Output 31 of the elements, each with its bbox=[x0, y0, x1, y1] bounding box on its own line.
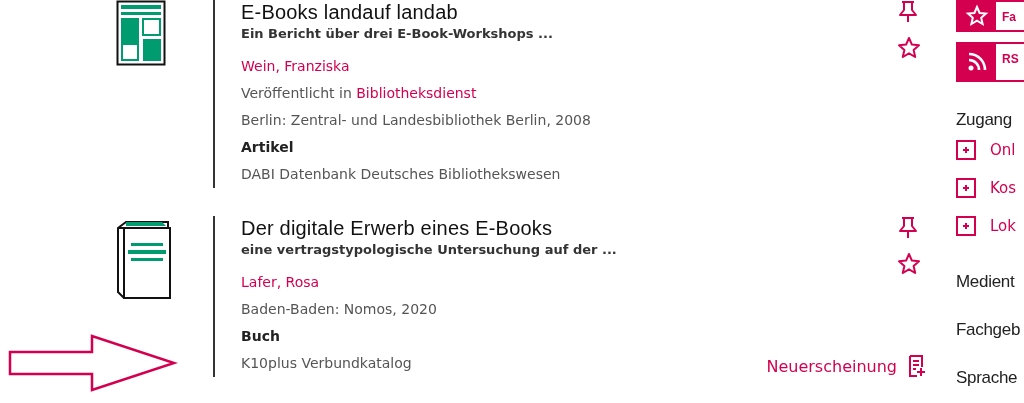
article-icon bbox=[116, 0, 166, 66]
facet-heading[interactable]: Zugang bbox=[956, 110, 1012, 130]
record-subtitle: eine vertragstypologische Untersuchung auf der ... bbox=[241, 241, 618, 259]
journal-link[interactable]: Bibliotheksdienst bbox=[356, 85, 477, 101]
document-plus-icon bbox=[907, 355, 925, 377]
format-label: Artikel bbox=[241, 138, 295, 157]
new-release-link[interactable]: Neuerscheinung bbox=[766, 355, 925, 377]
rss-button[interactable]: RS bbox=[956, 42, 1024, 82]
facet-heading[interactable]: Sprache bbox=[956, 368, 1018, 388]
author-link[interactable]: Lafer, Rosa bbox=[241, 269, 821, 296]
facet-link[interactable]: Onl bbox=[990, 141, 1016, 159]
star-icon bbox=[965, 4, 989, 28]
facet-link[interactable]: Kos bbox=[990, 179, 1017, 197]
author-link[interactable]: Wein, Franziska bbox=[241, 53, 821, 80]
imprint-text: Berlin: Zentral- und Landesbibliothek Berlin, 2008 bbox=[241, 111, 592, 130]
star-icon[interactable] bbox=[897, 36, 921, 60]
published-in-text: Veröffentlicht in Bibliotheksdienst bbox=[241, 84, 478, 103]
record-title[interactable]: Der digitale Erwerb eines E-Books bbox=[241, 216, 821, 240]
record-subtitle: Ein Bericht über drei E-Book-Workshops ... bbox=[241, 25, 554, 43]
star-icon[interactable] bbox=[897, 252, 921, 276]
expand-icon[interactable] bbox=[956, 140, 976, 160]
expand-icon[interactable] bbox=[956, 178, 976, 198]
facet-heading[interactable]: Fachgeb bbox=[956, 320, 1021, 340]
source-text: DABI Datenbank Deutsches Bibliothekswesen bbox=[241, 165, 562, 184]
facet-link[interactable]: Lok bbox=[990, 217, 1016, 235]
favorite-button[interactable]: Fa bbox=[956, 0, 1024, 32]
imprint-text: Baden-Baden: Nomos, 2020 bbox=[241, 300, 438, 319]
format-label: Buch bbox=[241, 327, 281, 346]
record-title[interactable]: E-Books landauf landab bbox=[241, 0, 821, 24]
facet-heading[interactable]: Medient bbox=[956, 272, 1015, 292]
expand-icon[interactable] bbox=[956, 216, 976, 236]
